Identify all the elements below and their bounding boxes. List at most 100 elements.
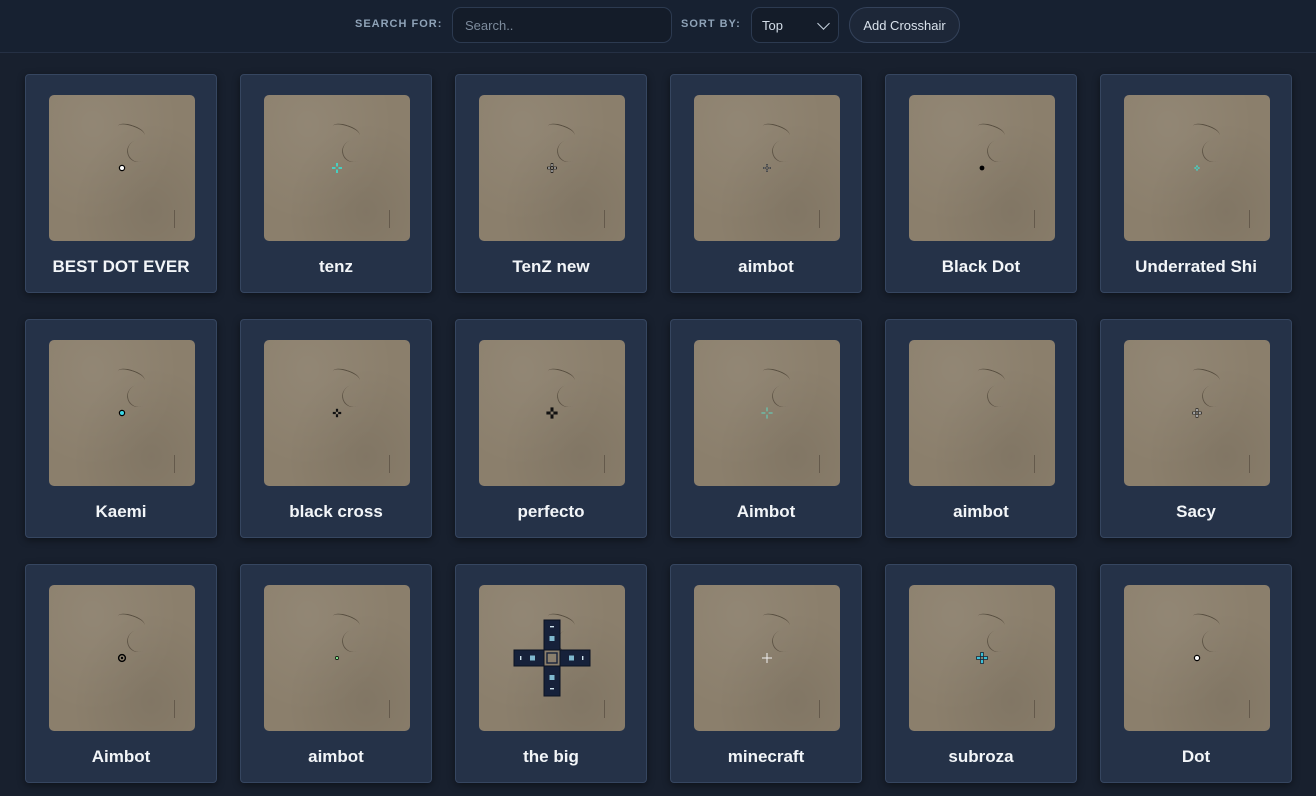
crosshair-name: tenz xyxy=(319,257,353,276)
crosshair-name: BEST DOT EVER xyxy=(52,257,190,276)
crosshair-preview-icon xyxy=(332,163,342,173)
texture-detail xyxy=(174,700,178,718)
crosshair-card[interactable]: Aimbot xyxy=(25,564,217,783)
crosshair-card[interactable]: Underrated Shi xyxy=(1100,74,1292,293)
texture-detail xyxy=(1034,210,1038,228)
crosshair-preview-icon xyxy=(546,407,558,419)
texture-detail xyxy=(760,610,792,631)
crosshair-preview xyxy=(49,340,195,486)
crosshair-preview xyxy=(479,585,625,731)
texture-detail xyxy=(1249,700,1253,718)
crosshair-preview-icon xyxy=(547,163,557,173)
crosshair-preview xyxy=(694,585,840,731)
crosshair-preview-icon xyxy=(1193,654,1201,662)
crosshair-name: minecraft xyxy=(727,747,805,766)
texture-detail xyxy=(115,120,147,141)
crosshair-preview-icon xyxy=(763,164,771,172)
texture-detail xyxy=(1249,210,1253,228)
texture-detail xyxy=(1034,700,1038,718)
crosshair-card[interactable]: Aimbot xyxy=(670,319,862,538)
crosshair-preview xyxy=(909,95,1055,241)
crosshair-name: aimbot xyxy=(738,257,794,276)
texture-detail xyxy=(389,210,393,228)
crosshair-card[interactable]: BEST DOT EVER xyxy=(25,74,217,293)
crosshair-preview xyxy=(694,95,840,241)
crosshair-preview xyxy=(479,340,625,486)
crosshair-preview xyxy=(49,585,195,731)
crosshair-name: Black Dot xyxy=(941,257,1021,276)
crosshair-preview-icon xyxy=(118,164,126,172)
crosshair-preview xyxy=(909,340,1055,486)
crosshair-card[interactable]: Black Dot xyxy=(885,74,1077,293)
texture-detail xyxy=(819,210,823,228)
texture-detail xyxy=(760,120,792,141)
crosshair-card[interactable]: black cross xyxy=(240,319,432,538)
texture-detail xyxy=(115,365,147,386)
search-label: SEARCH FOR: xyxy=(355,18,443,30)
sort-select-value: Top xyxy=(762,17,783,33)
texture-detail xyxy=(604,210,608,228)
texture-detail xyxy=(975,365,1007,386)
crosshair-preview-icon xyxy=(117,653,127,663)
texture-detail xyxy=(174,455,178,473)
crosshair-preview xyxy=(909,585,1055,731)
crosshair-card[interactable]: Sacy xyxy=(1100,319,1292,538)
crosshair-name: Underrated Shi xyxy=(1135,257,1257,276)
texture-detail xyxy=(389,455,393,473)
crosshair-preview xyxy=(1124,340,1270,486)
texture-detail xyxy=(174,210,178,228)
crosshair-preview-icon xyxy=(761,407,773,419)
texture-detail xyxy=(389,700,393,718)
crosshair-preview xyxy=(1124,585,1270,731)
texture-detail xyxy=(330,120,362,141)
crosshair-card[interactable]: perfecto xyxy=(455,319,647,538)
crosshair-name: perfecto xyxy=(517,502,585,521)
sort-select[interactable]: Top xyxy=(751,7,839,43)
crosshair-name: Aimbot xyxy=(91,747,151,766)
texture-detail xyxy=(330,610,362,631)
crosshair-preview-icon xyxy=(513,619,591,697)
crosshair-name: TenZ new xyxy=(512,257,590,276)
texture-detail xyxy=(545,365,577,386)
crosshair-preview xyxy=(49,95,195,241)
crosshair-preview-icon xyxy=(762,653,772,663)
texture-detail xyxy=(604,700,608,718)
crosshair-preview-icon xyxy=(975,651,988,664)
texture-detail xyxy=(1190,365,1222,386)
crosshair-preview-icon xyxy=(335,656,339,660)
crosshair-card[interactable]: aimbot xyxy=(240,564,432,783)
texture-detail xyxy=(1249,455,1253,473)
crosshair-preview-icon xyxy=(332,408,342,418)
crosshair-card[interactable]: Kaemi xyxy=(25,319,217,538)
search-input[interactable] xyxy=(452,7,672,43)
texture-detail xyxy=(819,700,823,718)
sort-label: SORT BY: xyxy=(681,18,741,30)
crosshair-name: aimbot xyxy=(308,747,364,766)
crosshair-name: aimbot xyxy=(953,502,1009,521)
texture-detail xyxy=(760,365,792,386)
crosshair-card[interactable]: the big xyxy=(455,564,647,783)
crosshair-card[interactable]: minecraft xyxy=(670,564,862,783)
crosshair-card[interactable]: aimbot xyxy=(885,319,1077,538)
crosshair-preview-icon xyxy=(1192,408,1202,418)
add-crosshair-button[interactable]: Add Crosshair xyxy=(849,7,960,43)
crosshair-card[interactable]: tenz xyxy=(240,74,432,293)
crosshair-card[interactable]: aimbot xyxy=(670,74,862,293)
crosshair-card[interactable]: TenZ new xyxy=(455,74,647,293)
texture-detail xyxy=(1034,455,1038,473)
crosshair-preview xyxy=(694,340,840,486)
crosshair-preview xyxy=(1124,95,1270,241)
crosshair-card[interactable]: subroza xyxy=(885,564,1077,783)
crosshair-preview-icon xyxy=(979,165,985,171)
crosshair-name: subroza xyxy=(948,747,1014,766)
crosshair-grid: BEST DOT EVER tenz TenZ new aimbot Black Dot… xyxy=(25,74,1292,783)
texture-detail xyxy=(819,455,823,473)
texture-detail xyxy=(604,455,608,473)
crosshair-preview xyxy=(264,340,410,486)
texture-detail xyxy=(545,120,577,141)
crosshair-preview-icon xyxy=(974,405,990,421)
crosshair-preview xyxy=(264,95,410,241)
crosshair-card[interactable]: Dot xyxy=(1100,564,1292,783)
texture-detail xyxy=(1190,610,1222,631)
texture-detail xyxy=(115,610,147,631)
